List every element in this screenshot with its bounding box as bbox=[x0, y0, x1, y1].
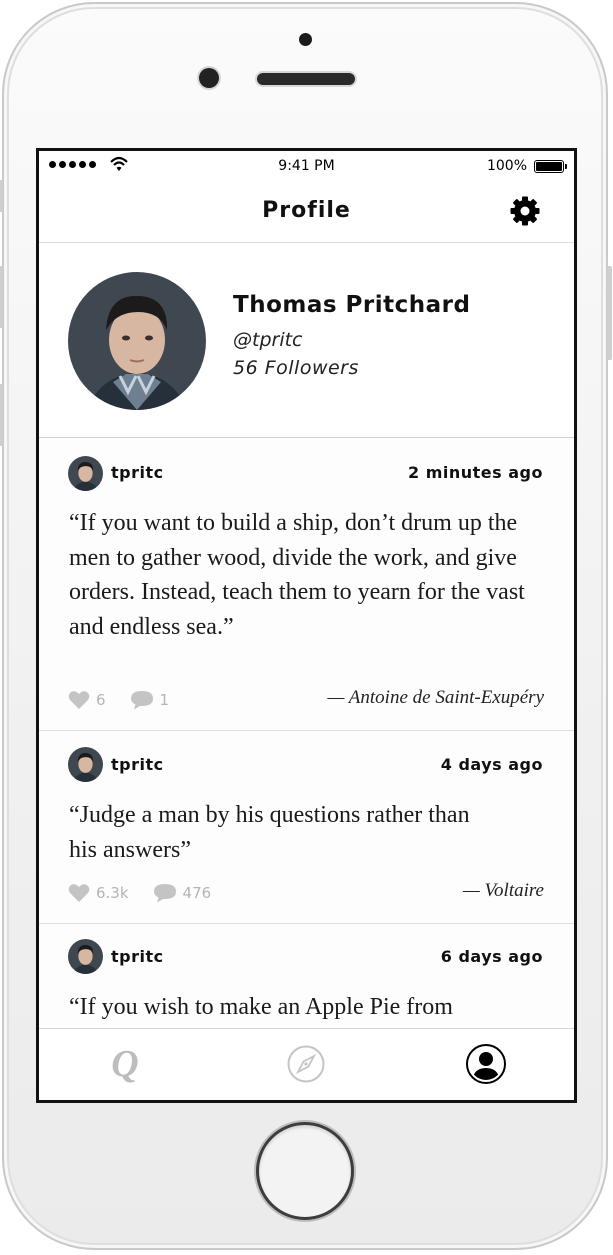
avatar[interactable] bbox=[68, 456, 103, 491]
quote-feed[interactable]: tpritc 2 minutes ago “If you want to bui… bbox=[39, 438, 574, 1028]
post-timestamp: 6 days ago bbox=[440, 947, 543, 966]
heart-icon[interactable] bbox=[68, 690, 90, 710]
quote-card[interactable]: tpritc 2 minutes ago “If you want to bui… bbox=[39, 438, 574, 731]
avatar[interactable] bbox=[68, 272, 206, 410]
like-count: 6.3k bbox=[96, 884, 129, 902]
earpiece-speaker bbox=[257, 73, 355, 85]
profile-icon[interactable] bbox=[466, 1044, 506, 1084]
comment-icon[interactable] bbox=[130, 690, 154, 710]
comment-count: 476 bbox=[182, 884, 212, 902]
avatar[interactable] bbox=[68, 747, 103, 782]
volume-down-button bbox=[0, 384, 3, 446]
comment-icon[interactable] bbox=[153, 883, 177, 903]
compass-icon[interactable] bbox=[286, 1044, 326, 1084]
post-timestamp: 4 days ago bbox=[440, 755, 543, 774]
profile-handle: @tpritc bbox=[233, 329, 303, 351]
post-username[interactable]: tpritc bbox=[111, 947, 164, 966]
profile-name: Thomas Pritchard bbox=[233, 292, 471, 318]
mute-switch bbox=[0, 180, 3, 212]
quote-text: “If you wish to make an Apple Pie from bbox=[69, 994, 453, 1020]
profile-header: Thomas Pritchard @tpritc 56 Followers bbox=[39, 243, 574, 438]
quote-author: — Antoine de Saint-Exupéry bbox=[327, 687, 544, 708]
like-count: 6 bbox=[96, 691, 106, 709]
power-button bbox=[607, 266, 612, 360]
navigation-bar: Profile bbox=[39, 181, 574, 243]
page-title: Profile bbox=[262, 198, 351, 223]
post-actions: 6.3k 476 bbox=[68, 883, 235, 903]
home-button[interactable] bbox=[256, 1122, 354, 1220]
volume-up-button bbox=[0, 266, 3, 328]
app-screen: 9:41 PM 100% Profile Thomas Pritchard @t… bbox=[39, 151, 574, 1100]
tab-bar: Q bbox=[39, 1028, 574, 1100]
front-sensor bbox=[299, 33, 312, 46]
battery-percentage: 100% bbox=[486, 158, 527, 174]
front-camera bbox=[199, 68, 219, 88]
post-actions: 6 1 bbox=[68, 690, 193, 710]
heart-icon[interactable] bbox=[68, 883, 90, 903]
avatar[interactable] bbox=[68, 939, 103, 974]
post-username[interactable]: tpritc bbox=[111, 463, 164, 482]
screen: 9:41 PM 100% Profile Thomas Pritchard @t… bbox=[36, 148, 577, 1103]
comment-count: 1 bbox=[159, 691, 170, 709]
quote-text: “Judge a man by his questions rather tha… bbox=[69, 802, 470, 863]
gear-icon[interactable] bbox=[509, 195, 541, 227]
followers-count[interactable]: 56 Followers bbox=[233, 357, 359, 379]
status-bar: 9:41 PM 100% bbox=[39, 151, 574, 181]
battery-icon bbox=[534, 160, 567, 173]
quote-author: — Voltaire bbox=[462, 880, 544, 901]
post-username[interactable]: tpritc bbox=[111, 755, 164, 774]
post-timestamp: 2 minutes ago bbox=[408, 463, 543, 482]
quote-card[interactable]: tpritc 6 days ago “If you wish to make a… bbox=[39, 924, 574, 1028]
quote-card[interactable]: tpritc 4 days ago “Judge a man by his qu… bbox=[39, 731, 574, 924]
quote-text: “If you want to build a ship, don’t drum… bbox=[69, 510, 525, 640]
quotes-icon[interactable]: Q bbox=[105, 1044, 145, 1084]
